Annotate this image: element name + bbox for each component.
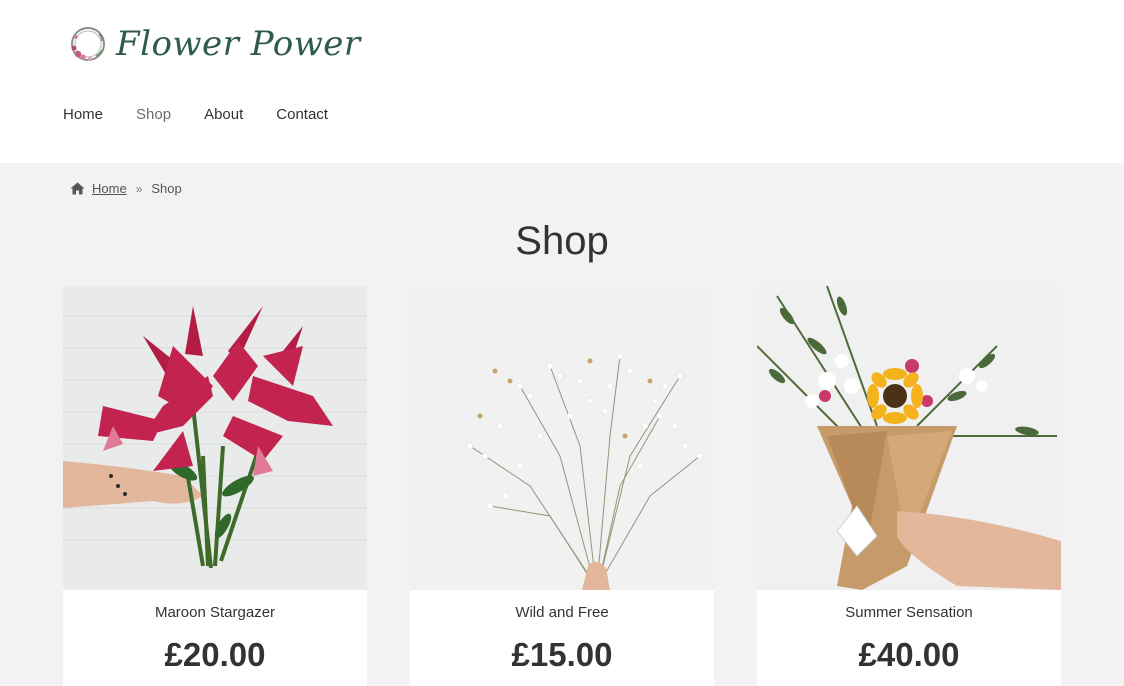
product-name[interactable]: Maroon Stargazer <box>63 604 367 621</box>
product-image-sunflower-kraft-bouquet[interactable] <box>757 286 1061 590</box>
breadcrumb: Home » Shop <box>70 181 182 196</box>
breadcrumb-home-link[interactable]: Home <box>92 181 127 196</box>
product-image-babys-breath-bouquet[interactable] <box>410 286 714 590</box>
page-title: Shop <box>515 219 609 263</box>
breadcrumb-current: Shop <box>151 181 182 196</box>
main-content: Home » Shop Shop Maroon Stargazer £20.00… <box>0 163 1124 686</box>
primary-nav: Home Shop About Contact <box>63 104 328 126</box>
product-card[interactable]: Summer Sensation £40.00 <box>757 286 1061 686</box>
product-image-red-lily-bouquet[interactable] <box>63 286 367 590</box>
wreath-logo-icon <box>71 27 105 61</box>
product-price: £20.00 <box>164 636 266 673</box>
logo-text: Flower Power <box>116 24 361 64</box>
nav-item-home[interactable]: Home <box>63 104 103 126</box>
nav-item-contact[interactable]: Contact <box>276 104 328 126</box>
product-name[interactable]: Summer Sensation <box>757 604 1061 621</box>
product-name[interactable]: Wild and Free <box>410 604 714 621</box>
nav-item-about[interactable]: About <box>204 104 243 126</box>
site-header: Flower Power Home Shop About Contact <box>0 0 1124 163</box>
product-card[interactable]: Maroon Stargazer £20.00 <box>63 286 367 686</box>
product-price: £15.00 <box>511 636 613 673</box>
site-logo[interactable]: Flower Power <box>66 20 361 68</box>
product-card[interactable]: Wild and Free £15.00 <box>410 286 714 686</box>
home-icon <box>70 182 85 195</box>
breadcrumb-separator: » <box>135 181 143 196</box>
product-price: £40.00 <box>858 636 960 673</box>
nav-item-shop[interactable]: Shop <box>136 104 171 126</box>
